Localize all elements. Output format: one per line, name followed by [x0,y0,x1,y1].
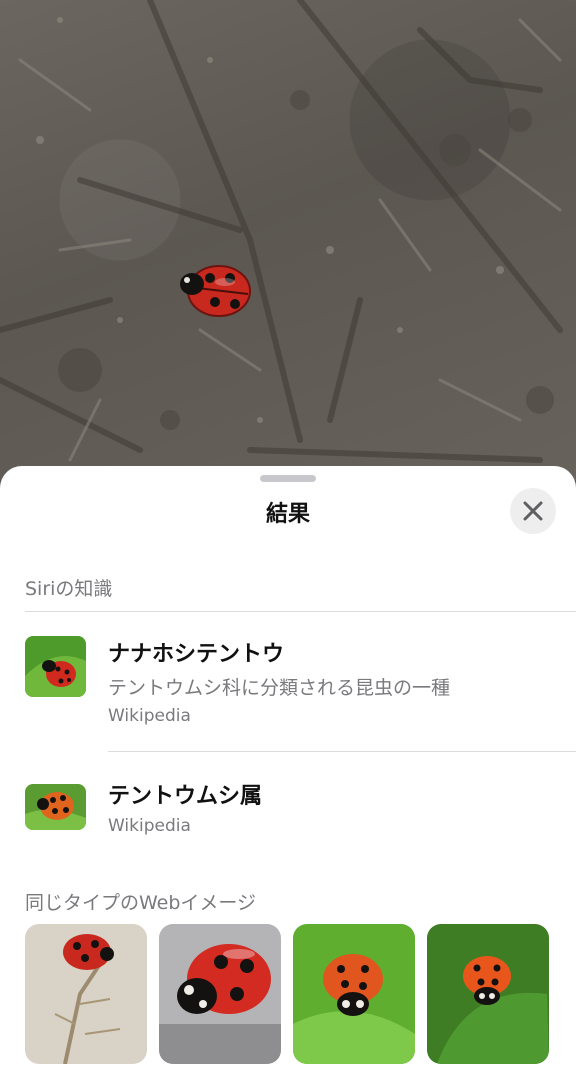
result-nanahoshi[interactable]: ナナホシテントウ テントウムシ科に分類される昆虫の一種 Wikipedia [0,626,576,752]
close-button[interactable] [510,488,556,534]
result-title: ナナホシテントウ [108,642,285,667]
result-description: テントウムシ科に分類される昆虫の一種 [108,677,451,699]
ladybug-icon [180,265,251,317]
section-divider [25,611,576,612]
web-image[interactable] [25,924,147,1064]
web-image[interactable] [293,924,415,1064]
results-sheet: 結果 Siriの知識 ナナホシテントウ テントウムシ科に分類される昆虫の一種 W… [0,466,576,1066]
result-thumbnail [25,636,86,697]
result-source: Wikipedia [108,816,191,836]
web-images-label: 同じタイプのWebイメージ [25,892,257,914]
siri-knowledge-label: Siriの知識 [25,578,113,600]
result-tentoumushi-genus[interactable]: テントウムシ属 Wikipedia [0,766,576,846]
result-thumbnail [25,784,86,830]
sheet-grabber[interactable] [260,475,316,482]
ground-texture [0,0,563,463]
sheet-title: 結果 [265,502,310,527]
photo-preview [0,0,576,480]
web-image[interactable] [159,924,281,1064]
close-icon [523,501,543,521]
result-source: Wikipedia [108,706,191,726]
result-title: テントウムシ属 [108,784,263,809]
web-image[interactable] [427,924,549,1064]
row-divider [108,751,576,752]
